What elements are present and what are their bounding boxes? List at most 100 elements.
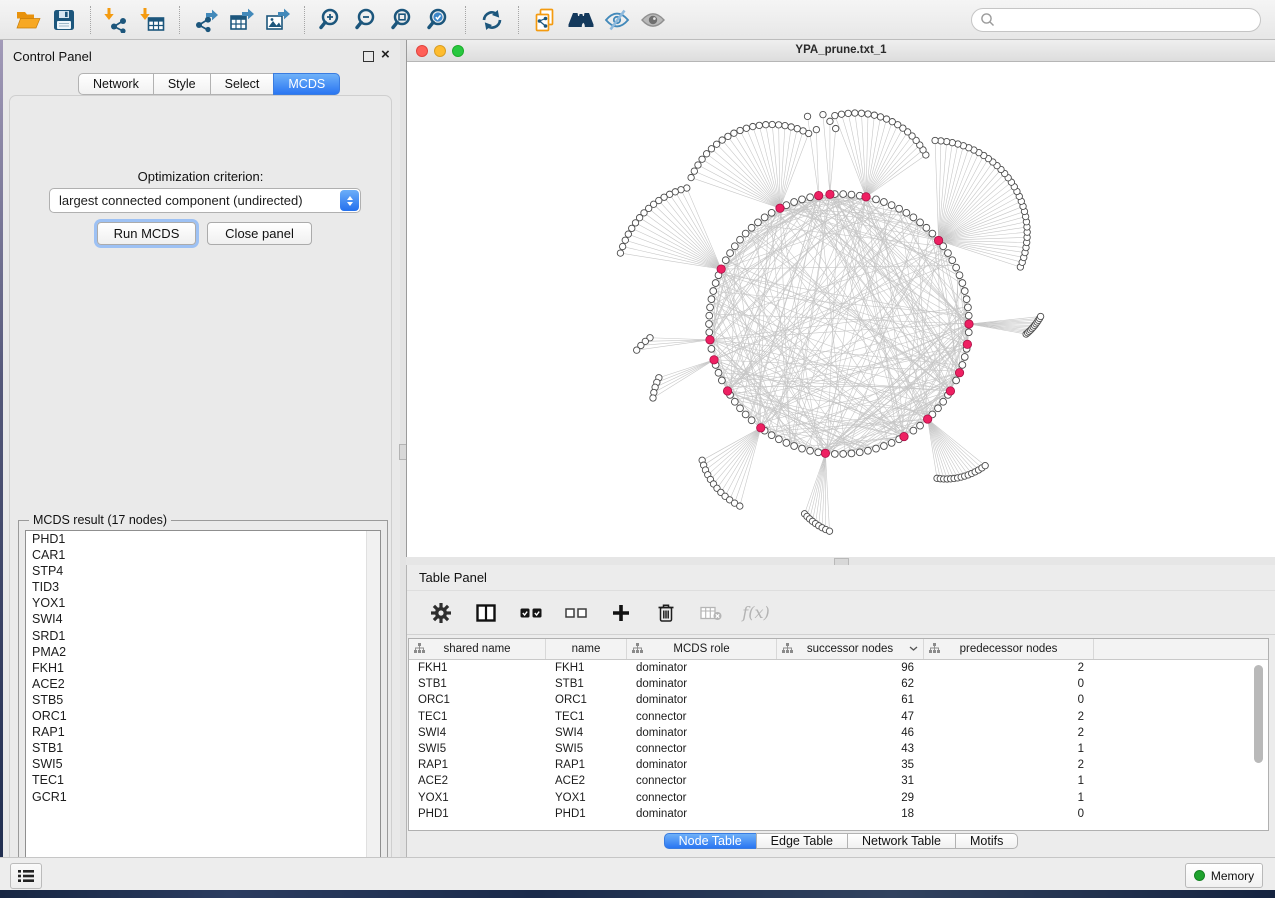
mcds-result-item[interactable]: TID3 xyxy=(26,579,380,595)
cell-shared-name[interactable]: SWI4 xyxy=(409,725,546,741)
save-session-button[interactable] xyxy=(46,3,82,37)
table-options-button[interactable] xyxy=(429,601,453,625)
cell-shared-name[interactable]: ACE2 xyxy=(409,773,546,789)
mcds-result-item[interactable]: ORC1 xyxy=(26,708,380,724)
column-header-predecessor-nodes[interactable]: predecessor nodes xyxy=(924,639,1094,659)
table-row[interactable]: SWI5SWI5connector431 xyxy=(409,741,1268,757)
mcds-result-item[interactable]: FKH1 xyxy=(26,660,380,676)
close-panel-icon[interactable]: × xyxy=(381,49,390,61)
cell-name[interactable]: ORC1 xyxy=(546,692,627,708)
float-panel-icon[interactable] xyxy=(363,51,374,62)
mcds-result-item[interactable]: SRD1 xyxy=(26,628,380,644)
tab-edge-table[interactable]: Edge Table xyxy=(756,833,848,849)
table-row[interactable]: TEC1TEC1connector472 xyxy=(409,709,1268,725)
zoom-out-button[interactable] xyxy=(349,3,385,37)
tab-network[interactable]: Network xyxy=(78,73,154,95)
cell-name[interactable]: TEC1 xyxy=(546,709,627,725)
cell-name[interactable]: SWI5 xyxy=(546,741,627,757)
network-graph[interactable] xyxy=(407,62,1275,557)
cell-successor-nodes[interactable]: 96 xyxy=(777,660,924,676)
run-mcds-button[interactable]: Run MCDS xyxy=(97,222,196,245)
sort-desc-icon[interactable] xyxy=(909,646,918,652)
zoom-in-button[interactable] xyxy=(313,3,349,37)
cell-shared-name[interactable]: FKH1 xyxy=(409,660,546,676)
mcds-node[interactable] xyxy=(706,336,714,344)
mcds-node[interactable] xyxy=(934,236,942,244)
horizontal-splitter[interactable] xyxy=(406,557,1275,565)
table-row[interactable]: FKH1FKH1dominator962 xyxy=(409,660,1268,676)
tab-style[interactable]: Style xyxy=(153,73,211,95)
cell-successor-nodes[interactable]: 31 xyxy=(777,773,924,789)
mcds-node[interactable] xyxy=(723,387,731,395)
zoom-selected-button[interactable] xyxy=(421,3,457,37)
show-all-button[interactable] xyxy=(635,3,671,37)
cell-mcds-role[interactable]: connector xyxy=(627,741,777,757)
cell-predecessor-nodes[interactable]: 1 xyxy=(924,773,1094,789)
cell-mcds-role[interactable]: dominator xyxy=(627,676,777,692)
mcds-result-item[interactable]: YOX1 xyxy=(26,595,380,611)
tab-node-table[interactable]: Node Table xyxy=(664,833,757,849)
mcds-node[interactable] xyxy=(814,191,822,199)
network-nodes[interactable] xyxy=(617,110,1044,535)
export-network-button[interactable] xyxy=(188,3,224,37)
first-neighbors-button[interactable] xyxy=(563,3,599,37)
cell-shared-name[interactable]: YOX1 xyxy=(409,790,546,806)
mcds-node[interactable] xyxy=(826,190,834,198)
cell-successor-nodes[interactable]: 61 xyxy=(777,692,924,708)
search-box[interactable] xyxy=(971,8,1261,32)
cell-mcds-role[interactable]: connector xyxy=(627,790,777,806)
table-row[interactable]: STB1STB1dominator620 xyxy=(409,676,1268,692)
cell-predecessor-nodes[interactable]: 2 xyxy=(924,709,1094,725)
export-table-button[interactable] xyxy=(224,3,260,37)
select-all-button[interactable] xyxy=(519,601,543,625)
cell-successor-nodes[interactable]: 47 xyxy=(777,709,924,725)
task-history-button[interactable] xyxy=(10,863,42,889)
delete-row-button[interactable] xyxy=(654,601,678,625)
show-columns-button[interactable] xyxy=(474,601,498,625)
column-header-shared-name[interactable]: shared name xyxy=(409,639,546,659)
mcds-node[interactable] xyxy=(717,265,725,273)
mcds-node[interactable] xyxy=(965,320,973,328)
memory-button[interactable]: Memory xyxy=(1185,863,1263,888)
mcds-result-item[interactable]: PMA2 xyxy=(26,644,380,660)
cell-predecessor-nodes[interactable]: 2 xyxy=(924,757,1094,773)
unselect-all-button[interactable] xyxy=(564,601,588,625)
cell-mcds-role[interactable]: dominator xyxy=(627,757,777,773)
list-scrollbar[interactable] xyxy=(366,531,380,879)
search-input[interactable] xyxy=(1001,10,1260,30)
open-session-button[interactable] xyxy=(10,3,46,37)
mcds-result-item[interactable]: STB1 xyxy=(26,740,380,756)
cell-name[interactable]: RAP1 xyxy=(546,757,627,773)
cell-predecessor-nodes[interactable]: 1 xyxy=(924,741,1094,757)
cell-successor-nodes[interactable]: 18 xyxy=(777,806,924,822)
mcds-node[interactable] xyxy=(862,193,870,201)
mcds-result-item[interactable]: SWI4 xyxy=(26,611,380,627)
apply-layout-button[interactable] xyxy=(474,3,510,37)
mcds-result-item[interactable]: CAR1 xyxy=(26,547,380,563)
mcds-node[interactable] xyxy=(821,449,829,457)
cell-predecessor-nodes[interactable]: 2 xyxy=(924,660,1094,676)
cell-shared-name[interactable]: TEC1 xyxy=(409,709,546,725)
cell-successor-nodes[interactable]: 43 xyxy=(777,741,924,757)
duplicate-network-button[interactable] xyxy=(527,3,563,37)
mcds-node[interactable] xyxy=(710,356,718,364)
cell-predecessor-nodes[interactable]: 2 xyxy=(924,725,1094,741)
tab-network-table[interactable]: Network Table xyxy=(847,833,956,849)
cell-predecessor-nodes[interactable]: 0 xyxy=(924,806,1094,822)
mcds-result-item[interactable]: RAP1 xyxy=(26,724,380,740)
cell-shared-name[interactable]: ORC1 xyxy=(409,692,546,708)
mcds-node[interactable] xyxy=(757,424,765,432)
mcds-result-list[interactable]: PHD1 CAR1 STP4 TID3 YOX1 SWI4 SRD1 PMA2 … xyxy=(25,530,381,880)
network-titlebar[interactable]: YPA_prune.txt_1 xyxy=(407,40,1275,62)
tab-mcds[interactable]: MCDS xyxy=(273,73,340,95)
column-header-name[interactable]: name xyxy=(546,639,627,659)
cell-mcds-role[interactable]: dominator xyxy=(627,660,777,676)
cell-shared-name[interactable]: STB1 xyxy=(409,676,546,692)
mcds-node[interactable] xyxy=(900,432,908,440)
table-row[interactable]: PHD1PHD1dominator180 xyxy=(409,806,1268,822)
cell-predecessor-nodes[interactable]: 0 xyxy=(924,676,1094,692)
table-row[interactable]: SWI4SWI4dominator462 xyxy=(409,725,1268,741)
cell-mcds-role[interactable]: connector xyxy=(627,773,777,789)
cell-successor-nodes[interactable]: 35 xyxy=(777,757,924,773)
cell-mcds-role[interactable]: connector xyxy=(627,709,777,725)
